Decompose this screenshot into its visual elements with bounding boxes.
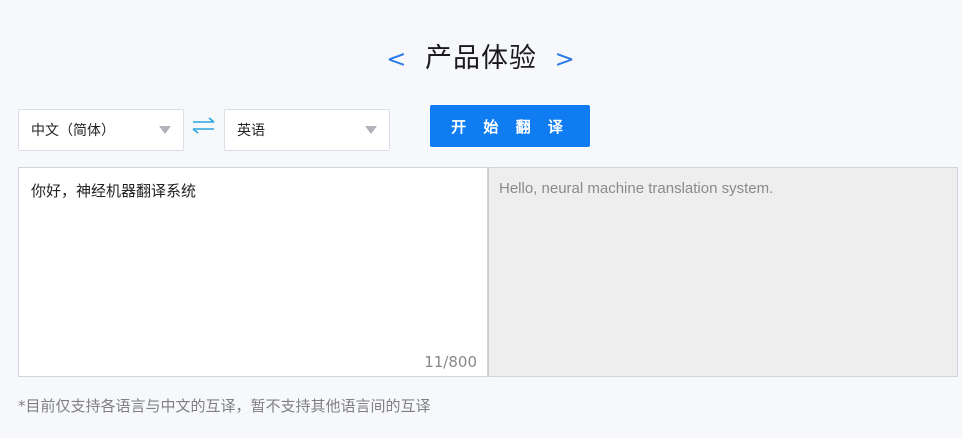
swap-languages-icon[interactable] [190,114,218,138]
prev-chevron-icon[interactable]: < [378,45,415,73]
caret-down-icon [159,126,171,134]
translation-output: Hello, neural machine translation system… [488,167,958,377]
page-title-text: 产品体验 [425,43,537,74]
source-text: 你好，神经机器翻译系统 [31,182,197,200]
footer-note: *目前仅支持各语言与中文的互译，暂不支持其他语言间的互译 [18,397,431,415]
page-title: < 产品体验 > [0,36,962,75]
target-language-select[interactable]: 英语 [224,109,390,151]
translation-text: Hello, neural machine translation system… [499,180,774,197]
source-language-label: 中文（简体） [31,123,115,139]
source-text-area[interactable]: 你好，神经机器翻译系统 11/800 [18,167,488,377]
next-chevron-icon[interactable]: > [547,45,584,73]
source-language-select[interactable]: 中文（简体） [18,109,184,151]
character-counter: 11/800 [424,353,477,371]
target-language-label: 英语 [237,123,265,139]
caret-down-icon [365,126,377,134]
translate-button[interactable]: 开 始 翻 译 [430,105,590,147]
